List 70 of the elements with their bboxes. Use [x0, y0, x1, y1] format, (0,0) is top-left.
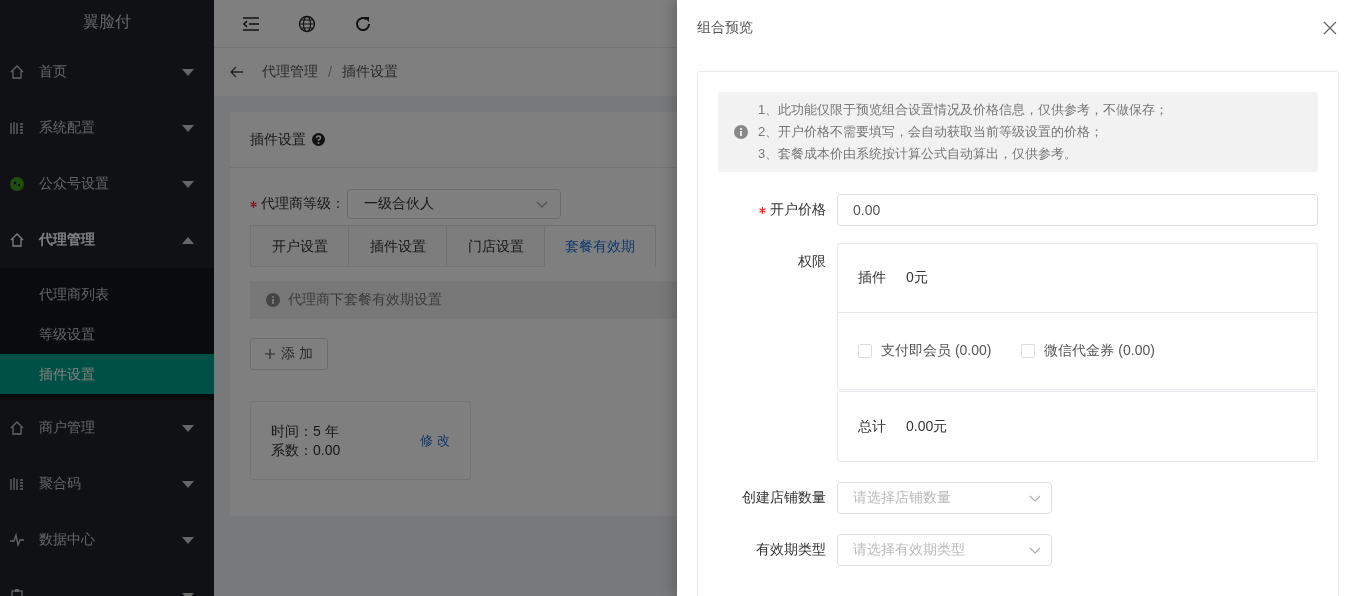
- dropdown-select[interactable]: 请选择有效期类型: [837, 534, 1052, 566]
- home-icon: [9, 64, 25, 80]
- close-icon[interactable]: [1323, 21, 1337, 35]
- field-label: 有效期类型: [756, 541, 826, 557]
- collapse-menu-icon: [242, 15, 260, 32]
- caret-up-icon: [182, 236, 194, 244]
- pulse-icon: [9, 532, 25, 548]
- tab[interactable]: 开户设置: [250, 225, 349, 267]
- submenu-item[interactable]: 代理商列表: [0, 274, 214, 314]
- caret-down-icon: [182, 480, 194, 488]
- help-icon: [312, 133, 325, 146]
- dropdown-select[interactable]: 请选择店铺数量: [837, 482, 1052, 514]
- checkbox[interactable]: [1021, 344, 1036, 358]
- submenu-item[interactable]: 插件设置: [0, 354, 214, 394]
- submenu-item[interactable]: 等级设置: [0, 314, 214, 354]
- back-arrow-icon: [230, 66, 244, 78]
- price-input[interactable]: 0.00: [837, 194, 1318, 226]
- columns-icon: [9, 120, 25, 136]
- breadcrumb-separator: /: [328, 64, 332, 80]
- caret-down-icon: [182, 424, 194, 432]
- caret-down-icon: [182, 68, 194, 76]
- menu-item[interactable]: 首页: [0, 44, 214, 100]
- note-text: 1、此功能仅限于预览组合设置情况及价格信息，仅供参考，不做保存；: [758, 101, 1169, 119]
- field-label: 开户价格: [770, 201, 826, 217]
- info-icon: [734, 125, 748, 139]
- checkbox-option[interactable]: 微信代金券 (0.00): [1021, 342, 1155, 360]
- plugin-amount: 0元: [906, 269, 928, 287]
- chevron-down-icon: [1029, 546, 1041, 554]
- edit-link[interactable]: 修 改: [420, 431, 450, 450]
- plugin-label: 插件: [858, 269, 886, 287]
- chat-bubble-icon: [9, 176, 25, 192]
- breadcrumb-link[interactable]: 代理管理: [262, 63, 318, 81]
- checkbox-option[interactable]: 支付即会员 (0.00): [858, 342, 992, 360]
- home-icon: [9, 232, 25, 248]
- caret-down-icon: [182, 124, 194, 132]
- level-select[interactable]: 一级合伙人: [347, 189, 561, 219]
- globe-icon: [298, 14, 316, 33]
- tab[interactable]: 门店设置: [446, 225, 545, 267]
- menu-item[interactable]: 代理管理: [0, 212, 214, 268]
- tab[interactable]: 套餐有效期: [544, 225, 656, 267]
- chevron-down-icon: [536, 200, 548, 208]
- menu-item[interactable]: 数据中心: [0, 512, 214, 568]
- period-text: 系数：0.00: [271, 440, 341, 460]
- total-label: 总计: [858, 417, 886, 436]
- menu-item[interactable]: 系统配置: [0, 100, 214, 156]
- app-logo-text: 翼脸付: [82, 12, 132, 32]
- note-text: 2、开户价格不需要填写，会自动获取当前等级设置的价格；: [758, 123, 1105, 141]
- field-label: 代理商等级：: [261, 195, 345, 213]
- period-text: 时间：5 年: [271, 421, 340, 441]
- field-label: 权限: [798, 253, 826, 269]
- columns-icon: [9, 476, 25, 492]
- home-icon: [9, 420, 25, 436]
- add-button[interactable]: 添 加: [250, 338, 328, 370]
- field-label: 创建店铺数量: [742, 489, 826, 505]
- total-value: 0.00元: [906, 417, 948, 436]
- menu-item[interactable]: 商户管理: [0, 400, 214, 456]
- note-text: 3、套餐成本价由系统按计算公式自动算出，仅供参考。: [758, 145, 1079, 163]
- plus-icon: [265, 349, 275, 359]
- refresh-icon: [354, 14, 372, 33]
- tab[interactable]: 插件设置: [348, 225, 447, 267]
- breadcrumb-link[interactable]: 插件设置: [341, 63, 398, 81]
- checkbox[interactable]: [858, 344, 872, 358]
- menu-item[interactable]: 聚合码: [0, 456, 214, 512]
- card-title: 插件设置: [250, 130, 306, 149]
- caret-down-icon: [182, 180, 194, 188]
- info-icon: [266, 293, 280, 307]
- drawer-title: 组合预览: [697, 19, 753, 37]
- menu-item[interactable]: 公众号设置: [0, 156, 214, 212]
- caret-down-icon: [182, 536, 194, 544]
- chevron-down-icon: [1029, 494, 1041, 502]
